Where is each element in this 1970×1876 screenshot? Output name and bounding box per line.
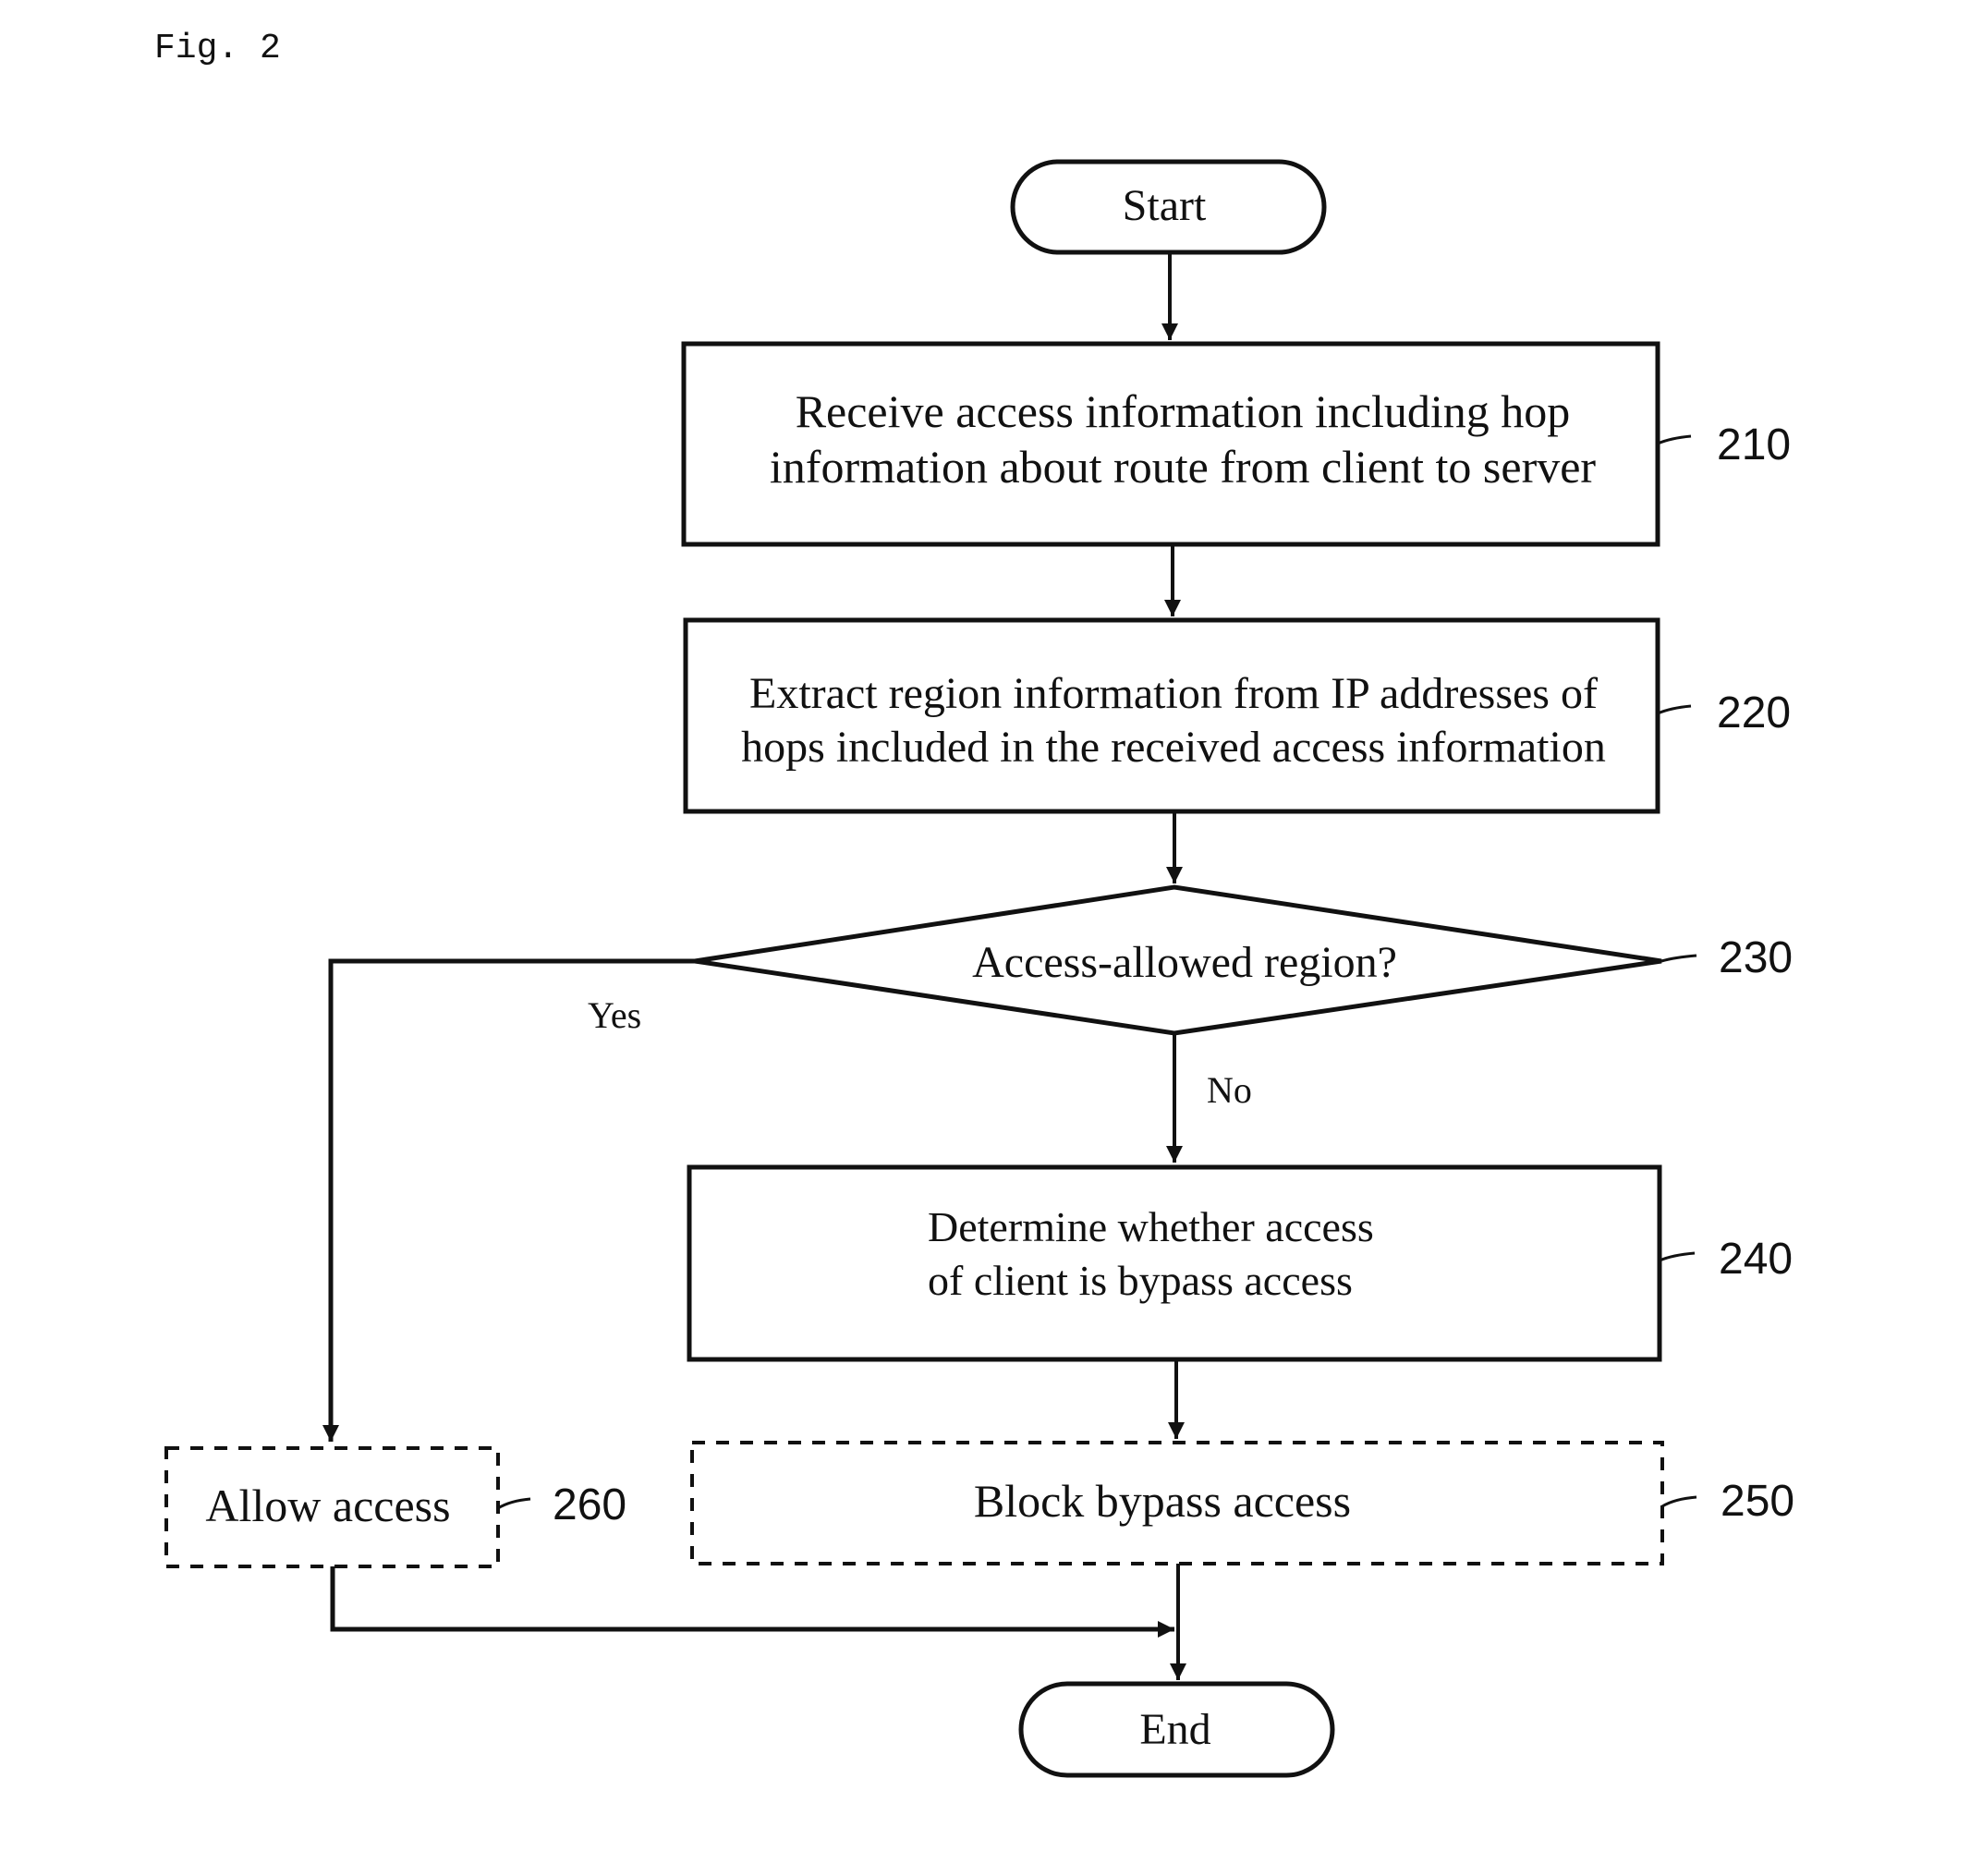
step-240-ref: 240	[1719, 1235, 1793, 1284]
step-220-line-1: Extract region information from IP addre…	[749, 669, 1598, 718]
flowchart: Fig. 2 Start Receive access information …	[154, 29, 1794, 1778]
step-220-box: Extract region information from IP addre…	[683, 617, 1660, 814]
step-220-line-2: hops included in the received access inf…	[741, 723, 1606, 772]
decision-230-diamond: Access-allowed region?	[694, 884, 1662, 1036]
decision-230-leader-line	[1660, 954, 1697, 963]
step-240-line-1: Determine whether access	[928, 1203, 1374, 1250]
no-label: No	[1207, 1069, 1252, 1111]
step-250-ref: 250	[1721, 1477, 1794, 1526]
decision-230-label: Access-allowed region?	[972, 938, 1397, 987]
end-terminal: End	[1018, 1681, 1335, 1778]
decision-230-ref: 230	[1719, 933, 1793, 982]
end-label: End	[1139, 1705, 1210, 1754]
step-220-leader-line	[1657, 704, 1692, 715]
step-250-leader-line	[1661, 1495, 1697, 1508]
step-240-line-2: of client is bypass access	[928, 1257, 1353, 1304]
step-240-leader-line	[1659, 1251, 1696, 1262]
start-label: Start	[1123, 181, 1207, 230]
step-210-leader-line	[1657, 434, 1692, 445]
step-210-box: Receive access information including hop…	[681, 341, 1660, 547]
step-210-line-2: information about route from client to s…	[770, 441, 1597, 493]
step-260-label: Allow access	[205, 1480, 450, 1531]
yes-label: Yes	[588, 994, 641, 1036]
step-210-line-1: Receive access information including hop	[796, 385, 1571, 437]
step-250-box: Block bypass access	[690, 1441, 1664, 1565]
step-220-ref: 220	[1717, 688, 1791, 737]
step-260-box: Allow access	[164, 1446, 500, 1568]
step-240-box: Determine whether access of client is by…	[687, 1164, 1662, 1362]
figure-label: Fig. 2	[154, 29, 281, 68]
step-210-ref: 210	[1717, 420, 1791, 469]
step-250-label: Block bypass access	[974, 1475, 1351, 1527]
step-260-leader-line	[497, 1497, 531, 1510]
start-terminal: Start	[1010, 159, 1327, 255]
arrow-260-to-end	[330, 1566, 1174, 1638]
step-260-ref: 260	[553, 1480, 626, 1529]
